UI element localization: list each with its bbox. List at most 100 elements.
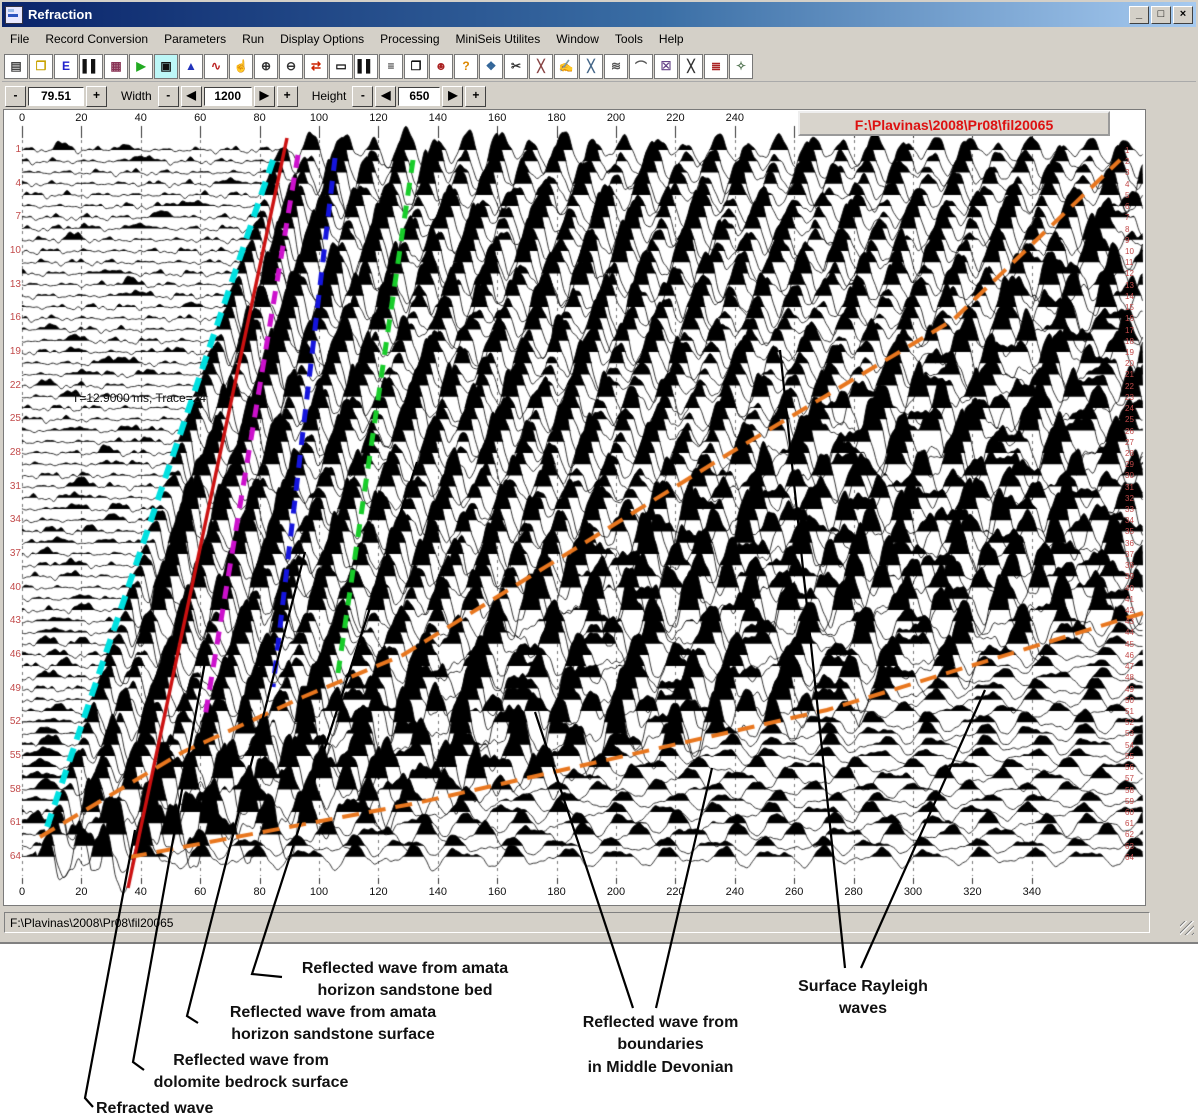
right-trace-label-51: 51 (1125, 707, 1134, 716)
top-axis-tick-60: 60 (185, 112, 215, 124)
right-trace-label-8: 8 (1125, 225, 1129, 234)
right-trace-label-12: 12 (1125, 269, 1134, 278)
right-trace-label-49: 49 (1125, 685, 1134, 694)
bottom-axis-tick-100: 100 (304, 886, 334, 898)
callout-middle-devonian: Reflected wave from boundariesin Middle … (538, 1012, 783, 1079)
right-trace-label-26: 26 (1125, 427, 1134, 436)
right-trace-label-1: 1 (1125, 146, 1129, 155)
left-trace-label-10: 10 (4, 245, 21, 256)
left-trace-label-25: 25 (4, 413, 21, 424)
left-trace-label-46: 46 (4, 649, 21, 660)
left-trace-label-4: 4 (4, 178, 21, 189)
right-trace-label-47: 47 (1125, 662, 1134, 671)
top-axis-tick-220: 220 (660, 112, 690, 124)
right-trace-label-54: 54 (1125, 741, 1134, 750)
right-trace-label-31: 31 (1125, 483, 1134, 492)
bottom-axis-tick-260: 260 (779, 886, 809, 898)
right-trace-label-42: 42 (1125, 606, 1134, 615)
left-trace-label-28: 28 (4, 447, 21, 458)
right-trace-label-64: 64 (1125, 853, 1134, 862)
right-trace-label-35: 35 (1125, 527, 1134, 536)
right-trace-label-9: 9 (1125, 236, 1129, 245)
left-trace-label-34: 34 (4, 514, 21, 525)
right-trace-label-30: 30 (1125, 471, 1134, 480)
right-trace-label-36: 36 (1125, 539, 1134, 548)
right-trace-label-58: 58 (1125, 786, 1134, 795)
right-trace-label-3: 3 (1125, 168, 1129, 177)
left-trace-label-55: 55 (4, 750, 21, 761)
right-trace-label-16: 16 (1125, 314, 1134, 323)
top-axis-tick-20: 20 (66, 112, 96, 124)
top-axis-tick-120: 120 (363, 112, 393, 124)
bottom-axis-tick-80: 80 (245, 886, 275, 898)
right-trace-label-40: 40 (1125, 584, 1134, 593)
right-trace-label-45: 45 (1125, 640, 1134, 649)
right-trace-label-39: 39 (1125, 572, 1134, 581)
bottom-axis-tick-60: 60 (185, 886, 215, 898)
right-trace-label-57: 57 (1125, 774, 1134, 783)
left-trace-label-19: 19 (4, 346, 21, 357)
left-trace-label-49: 49 (4, 683, 21, 694)
right-trace-label-25: 25 (1125, 415, 1134, 424)
left-trace-label-43: 43 (4, 615, 21, 626)
left-trace-label-1: 1 (4, 144, 21, 155)
callout-dolomite: Reflected wave fromdolomite bedrock surf… (145, 1050, 357, 1095)
right-trace-label-44: 44 (1125, 628, 1134, 637)
left-trace-label-37: 37 (4, 548, 21, 559)
right-trace-label-56: 56 (1125, 763, 1134, 772)
right-trace-label-20: 20 (1125, 359, 1134, 368)
right-trace-label-18: 18 (1125, 337, 1134, 346)
top-axis-tick-160: 160 (482, 112, 512, 124)
right-trace-label-19: 19 (1125, 348, 1134, 357)
bottom-axis-tick-280: 280 (839, 886, 869, 898)
bottom-axis-tick-200: 200 (601, 886, 631, 898)
top-axis-tick-140: 140 (423, 112, 453, 124)
top-axis-tick-40: 40 (126, 112, 156, 124)
seismogram-canvas[interactable] (0, 0, 1198, 1119)
right-trace-label-52: 52 (1125, 718, 1134, 727)
right-trace-label-15: 15 (1125, 303, 1134, 312)
right-trace-label-27: 27 (1125, 438, 1134, 447)
right-trace-label-48: 48 (1125, 673, 1134, 682)
right-trace-label-61: 61 (1125, 819, 1134, 828)
left-trace-label-31: 31 (4, 481, 21, 492)
left-trace-label-58: 58 (4, 784, 21, 795)
right-trace-label-34: 34 (1125, 516, 1134, 525)
top-axis-tick-200: 200 (601, 112, 631, 124)
right-trace-label-63: 63 (1125, 842, 1134, 851)
right-trace-label-50: 50 (1125, 696, 1134, 705)
right-trace-label-55: 55 (1125, 752, 1134, 761)
callout-refracted: Refracted wave (96, 1098, 213, 1119)
right-trace-label-14: 14 (1125, 292, 1134, 301)
callout-amata-surface: Reflected wave from amatahorizon sandsto… (213, 1002, 453, 1047)
bottom-axis-tick-240: 240 (720, 886, 750, 898)
bottom-axis-tick-220: 220 (660, 886, 690, 898)
right-trace-label-7: 7 (1125, 213, 1129, 222)
bottom-axis-tick-320: 320 (957, 886, 987, 898)
bottom-axis-tick-300: 300 (898, 886, 928, 898)
right-trace-label-23: 23 (1125, 393, 1134, 402)
right-trace-label-38: 38 (1125, 561, 1134, 570)
right-trace-label-21: 21 (1125, 370, 1134, 379)
right-trace-label-46: 46 (1125, 651, 1134, 660)
bottom-axis-tick-20: 20 (66, 886, 96, 898)
right-trace-label-43: 43 (1125, 617, 1134, 626)
top-axis-tick-240: 240 (720, 112, 750, 124)
file-path-label: F:\Plavinas\2008\Pr08\fil20065 (798, 111, 1110, 136)
top-axis-tick-180: 180 (542, 112, 572, 124)
right-trace-label-24: 24 (1125, 404, 1134, 413)
top-axis-tick-100: 100 (304, 112, 334, 124)
left-trace-label-52: 52 (4, 716, 21, 727)
right-trace-label-29: 29 (1125, 460, 1134, 469)
right-trace-label-17: 17 (1125, 326, 1134, 335)
bottom-axis-tick-180: 180 (542, 886, 572, 898)
right-trace-label-62: 62 (1125, 830, 1134, 839)
left-trace-label-40: 40 (4, 582, 21, 593)
right-trace-label-33: 33 (1125, 505, 1134, 514)
right-trace-label-32: 32 (1125, 494, 1134, 503)
right-trace-label-22: 22 (1125, 382, 1134, 391)
right-trace-label-13: 13 (1125, 281, 1134, 290)
right-trace-label-11: 11 (1125, 258, 1133, 267)
right-trace-label-53: 53 (1125, 729, 1134, 738)
bottom-axis-tick-0: 0 (7, 886, 37, 898)
